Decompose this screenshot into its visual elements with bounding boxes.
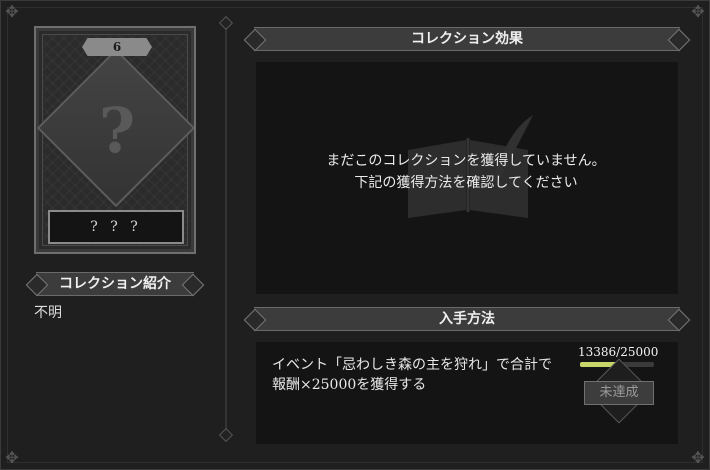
vertical-divider [225, 22, 227, 440]
corner-ornament-icon: ✥ [5, 448, 19, 467]
corner-ornament-icon: ✥ [691, 2, 705, 21]
collection-effect-header: コレクション効果 [254, 27, 680, 51]
corner-ornament-icon: ✥ [5, 2, 19, 21]
progress-text: 13386/25000 [578, 345, 659, 359]
acquisition-description: イベント「忌わしき森の主を狩れ」で合計で報酬×25000を獲得する [272, 357, 552, 393]
collection-intro-header: コレクション紹介 [36, 272, 194, 296]
acquisition-method-header: 入手方法 [254, 307, 680, 331]
effect-message-line1: まだこのコレクションを獲得していません。 [326, 153, 606, 169]
unknown-question-icon: ? [98, 94, 136, 167]
card-number-badge: 6 [82, 38, 152, 56]
effect-message-line2: 下記の獲得方法を確認してください [354, 175, 578, 191]
card-name-plate: ? ? ? [48, 210, 184, 244]
corner-ornament-icon: ✥ [691, 448, 705, 467]
collection-card[interactable]: 6 ? ? ? ? [34, 26, 196, 254]
collection-intro-text: 不明 [34, 305, 62, 321]
effect-message: まだこのコレクションを獲得していません。 下記の獲得方法を確認してください [256, 150, 676, 194]
status-incomplete-button[interactable]: 未達成 [584, 381, 654, 405]
